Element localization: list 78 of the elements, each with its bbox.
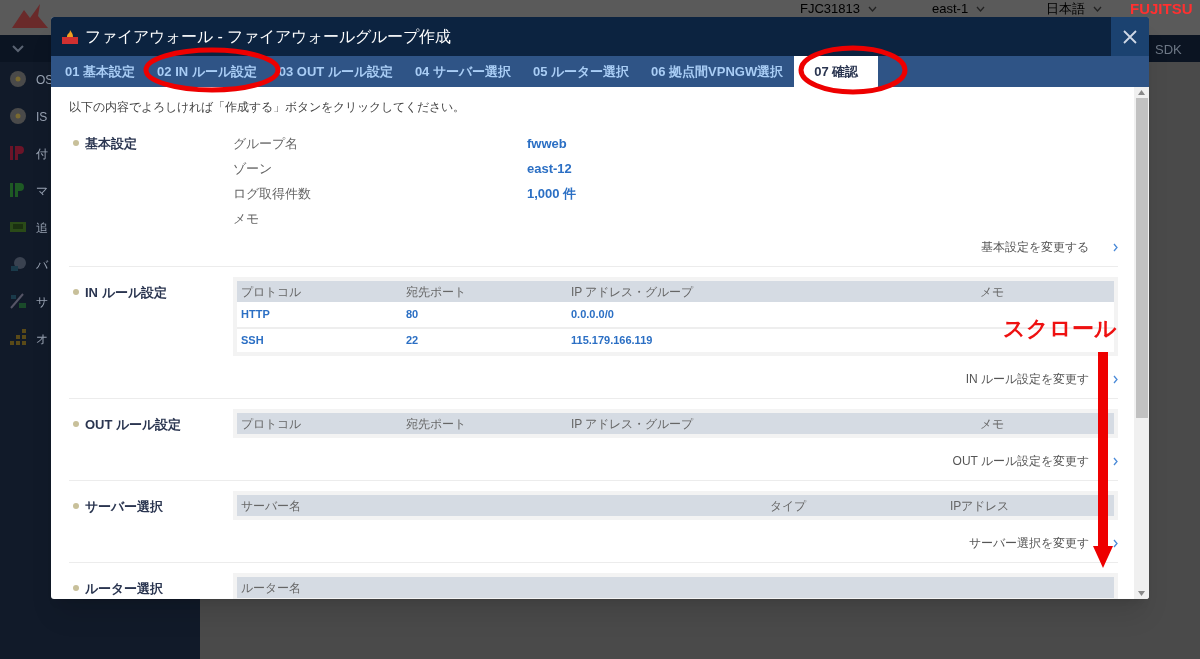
field-value: fwweb [527,135,567,153]
section-heading: IN ルール設定 [85,284,167,302]
section-heading: ルーター選択 [85,580,163,598]
field-label: グループ名 [233,135,299,153]
column-header: ルーター名 [241,579,302,597]
field-label: ログ取得件数 [233,185,312,203]
table-cell-text: 80 [406,307,420,323]
annotation-label: スクロール [1003,315,1117,343]
sidebar-item[interactable]: オ [36,330,48,348]
section-heading: 基本設定 [85,135,137,153]
column-header: プロトコル [241,283,302,301]
wizard-tab[interactable]: 01 基本設定 [54,56,147,87]
column-header: メモ [980,415,1005,433]
bullet-icon [73,585,79,591]
chevron-down-icon [976,5,986,12]
chevron-right-icon [1113,374,1118,384]
section-heading: サーバー選択 [85,498,163,516]
column-header: タイプ [770,497,808,515]
column-header: 宛先ポート [406,415,467,433]
brand-logo: FUJITSU [1130,0,1193,17]
scroll-up-icon[interactable] [1138,90,1145,95]
close-icon [1123,29,1137,44]
table-cell-text: SSH [241,333,265,349]
dialog-title: ファイアウォール - ファイアウォールグループ作成 [85,26,452,47]
chevron-right-icon [1113,456,1118,466]
wizard-tab[interactable]: 06 拠点間VPNGW選択 [640,56,795,87]
slash-icon [9,292,27,310]
field-value: east-12 [527,160,572,178]
disc-icon [9,70,27,88]
chevron-down-icon[interactable] [12,45,24,53]
table-cell-text: 22 [406,333,420,349]
chevron-right-icon [1113,242,1118,252]
change-link[interactable]: 基本設定を変更する [981,238,1118,256]
wizard-tab[interactable]: 07 確認 [794,56,879,87]
nav-item[interactable]: SDK [1155,40,1182,60]
wizard-tab[interactable]: 05 ルーター選択 [521,56,641,87]
sidebar-item[interactable]: サ [36,293,48,311]
firewall-icon [61,28,79,45]
column-header: 宛先ポート [406,283,467,301]
chevron-down-icon [868,5,877,12]
table-cell-text: 0.0.0.0/0 [571,307,615,323]
sidebar-item[interactable]: IS [36,108,48,126]
column-header: IP アドレス・グループ [571,283,695,301]
instruction-text: 以下の内容でよろしければ「作成する」ボタンをクリックしてください。 [69,99,466,116]
table-cell-text: 115.179.166.119 [571,333,654,349]
close-button[interactable] [1111,17,1149,56]
clock-icon [9,255,27,273]
ip-letters-icon [9,181,27,199]
change-link[interactable]: IN ルール設定を変更す [965,370,1118,388]
field-value: 1,000 件 [527,185,577,203]
disc-icon [9,107,27,125]
column-header: IP アドレス・グループ [571,415,695,433]
wizard-tab[interactable]: 04 サーバー選択 [403,56,522,87]
section-heading: OUT ルール設定 [85,416,182,434]
column-header: プロトコル [241,415,302,433]
logo-icon [10,2,50,30]
bullet-icon [73,140,79,146]
chevron-down-icon [1093,5,1102,12]
change-link[interactable]: OUT ルール設定を変更す [952,452,1118,470]
ip-letters-icon [9,144,27,162]
column-header: サーバー名 [241,497,302,515]
field-label: ゾーン [233,160,273,178]
sidebar-item[interactable]: 付 [36,145,48,163]
bullet-icon [73,289,79,295]
table-cell-text: HTTP [241,307,271,323]
sidebar-item[interactable]: 追 [36,219,48,237]
column-header: メモ [980,283,1005,301]
scroll-down-icon[interactable] [1138,591,1145,596]
sidebar-item[interactable]: バ [36,256,48,274]
bullet-icon [73,421,79,427]
column-header: IPアドレス [950,497,1011,515]
sidebar-item[interactable]: マ [36,182,48,200]
field-label: メモ [233,210,260,228]
scrollbar-thumb[interactable] [1135,98,1148,418]
blocks-icon [9,329,27,347]
chevron-right-icon [1113,538,1118,548]
bullet-icon [73,503,79,509]
change-link[interactable]: サーバー選択を変更す [969,534,1118,552]
